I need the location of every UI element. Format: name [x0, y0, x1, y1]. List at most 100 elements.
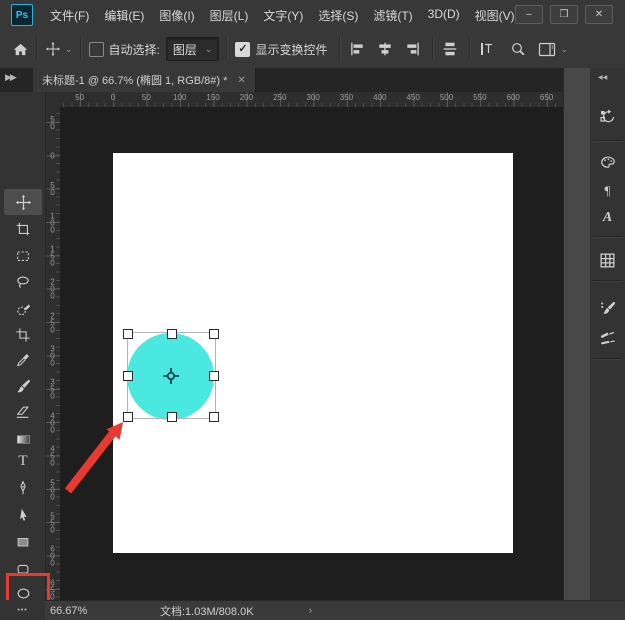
glyphs-panel-icon[interactable]: A [590, 203, 625, 233]
type-tool[interactable]: T [4, 448, 42, 474]
h-ruler-label: 200 [240, 93, 253, 102]
object-selection-tool[interactable] [4, 296, 42, 322]
transform-handle-top-center[interactable] [167, 329, 177, 339]
workspace-switcher-icon[interactable]: ⌄ [538, 42, 568, 57]
toolbar-overflow-icon[interactable]: ••• [0, 600, 45, 620]
3d-mode-icon[interactable] [478, 41, 494, 57]
minimize-button[interactable]: – [515, 5, 543, 24]
h-ruler-label: 50 [142, 93, 151, 102]
v-ruler-label: 300 [47, 345, 57, 366]
transform-handle-middle-right[interactable] [209, 371, 219, 381]
distribute-centers-icon[interactable] [441, 41, 459, 57]
paragraph-panel-icon[interactable]: ¶ [590, 176, 625, 206]
align-right-edges-icon[interactable] [404, 41, 422, 57]
eraser-tool[interactable] [4, 399, 42, 425]
home-icon[interactable] [12, 41, 29, 58]
v-ruler-label: 250 [47, 311, 57, 332]
libraries-panel-icon[interactable] [590, 245, 625, 275]
v-ruler-label: 50 [47, 181, 57, 195]
direct-selection-tool[interactable] [4, 502, 42, 528]
v-ruler-label: 350 [47, 378, 57, 399]
menu-item-4[interactable]: 文字(Y) [263, 7, 303, 24]
menu-item-7[interactable]: 3D(D) [428, 7, 460, 24]
h-ruler-label: 150 [206, 93, 219, 102]
maximize-button[interactable]: ❒ [550, 5, 578, 24]
divider [80, 37, 82, 61]
menu-item-0[interactable]: 文件(F) [50, 7, 89, 24]
menu-item-6[interactable]: 滤镜(T) [373, 7, 412, 24]
photoshop-window: Ps 文件(F) 编辑(E) 图像(I) 图层(L) 文字(Y) 选择(S) 滤镜(T) 3D… [0, 0, 625, 620]
divider [593, 236, 622, 238]
tab-close-icon[interactable]: ✕ [237, 75, 245, 86]
h-ruler-label: 500 [440, 93, 453, 102]
status-bar: 66.67% 文档:1.03M/808.0K › [45, 600, 625, 620]
pen-tool[interactable] [4, 475, 42, 501]
chevron-down-icon: ⌄ [560, 44, 568, 55]
align-left-edges-icon[interactable] [348, 41, 366, 57]
document-tab[interactable]: 未标题-1 @ 66.7% (椭圆 1, RGB/8#) * ✕ [33, 68, 256, 92]
transform-handle-top-right[interactable] [209, 329, 219, 339]
rounded-rectangle-tool[interactable] [4, 556, 42, 582]
divider [432, 37, 434, 61]
photoshop-logo-icon: Ps [11, 4, 33, 26]
show-transform-checkbox[interactable]: ✓ [235, 42, 250, 57]
v-ruler-label: 550 [47, 511, 57, 532]
h-ruler-label: 100 [173, 93, 186, 102]
divider [226, 37, 228, 61]
h-ruler-label: 0 [111, 93, 115, 102]
transform-handle-bottom-right[interactable] [209, 412, 219, 422]
vertical-ruler[interactable]: 1005005010015020025030035040045050055060… [45, 107, 61, 600]
menu-item-1[interactable]: 编辑(E) [104, 7, 144, 24]
menu-bar: 文件(F) 编辑(E) 图像(I) 图层(L) 文字(Y) 选择(S) 滤镜(T) 3D(D)… [50, 7, 515, 24]
color-panel-icon[interactable] [590, 148, 625, 178]
lasso-tool[interactable] [4, 269, 42, 295]
window-controls: – ❒ ✕ [515, 5, 613, 24]
document-tab-title: 未标题-1 @ 66.7% (椭圆 1, RGB/8#) * [42, 72, 227, 88]
auto-select-target-value: 图层 [173, 41, 197, 58]
artboard-tool[interactable] [4, 216, 42, 242]
search-icon[interactable] [510, 41, 526, 57]
rectangular-marquee-tool[interactable] [4, 243, 42, 269]
dock-collapse-icon[interactable]: ◀◀ [598, 74, 607, 81]
brush-tool[interactable] [4, 373, 42, 399]
rectangle-tool[interactable] [4, 529, 42, 555]
auto-select-checkbox[interactable] [89, 42, 104, 57]
v-ruler-label: 600 [47, 545, 57, 566]
v-ruler-label: 400 [47, 411, 57, 432]
tools-panel: T [0, 92, 46, 620]
zoom-level-field[interactable]: 66.67% [50, 605, 120, 617]
horizontal-ruler[interactable]: 5005010015020025030035040045050055060065… [60, 92, 563, 108]
divider [593, 358, 622, 360]
auto-select-target-dropdown[interactable]: 图层 ⌄ [166, 37, 220, 61]
history-panel-icon[interactable] [590, 101, 625, 131]
menu-item-8[interactable]: 视图(V) [475, 7, 515, 24]
chevron-down-icon: ⌄ [65, 44, 73, 55]
brushes-panel-icon[interactable] [590, 323, 625, 353]
toolbar-expand-icon[interactable]: ▶▶ [5, 72, 15, 83]
h-ruler-label: 300 [306, 93, 319, 102]
menu-item-2[interactable]: 图像(I) [159, 7, 194, 24]
status-expand-icon[interactable]: › [309, 605, 313, 617]
transform-handle-top-left[interactable] [123, 329, 133, 339]
move-tool-preset-icon[interactable]: ⌄ [45, 41, 73, 57]
auto-select-label: 自动选择: [109, 41, 160, 58]
panel-dock-strip [563, 68, 592, 620]
v-ruler-label: 0 [47, 152, 57, 159]
h-ruler-label: 250 [273, 93, 286, 102]
canvas-viewport[interactable] [60, 107, 563, 600]
menu-item-5[interactable]: 选择(S) [318, 7, 358, 24]
panel-icons-column: ◀◀ ¶ A [590, 68, 625, 620]
h-ruler-label: 550 [473, 93, 486, 102]
transform-handle-bottom-left[interactable] [123, 412, 133, 422]
transform-handle-bottom-center[interactable] [167, 412, 177, 422]
document-size-info: 文档:1.03M/808.0K [160, 603, 254, 619]
ruler-origin-corner[interactable] [45, 92, 61, 108]
eyedropper-tool[interactable] [4, 347, 42, 373]
close-button[interactable]: ✕ [585, 5, 613, 24]
brush-settings-panel-icon[interactable] [590, 293, 625, 323]
move-tool[interactable] [4, 189, 42, 215]
crop-tool[interactable] [4, 322, 42, 348]
align-horizontal-centers-icon[interactable] [376, 41, 394, 57]
transform-handle-middle-left[interactable] [123, 371, 133, 381]
menu-item-3[interactable]: 图层(L) [210, 7, 249, 24]
